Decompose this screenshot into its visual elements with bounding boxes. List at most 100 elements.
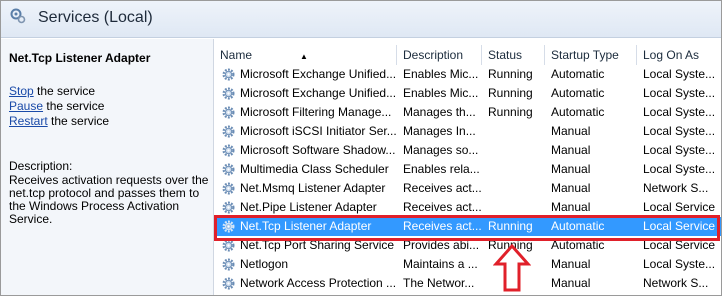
service-startup-type: Manual	[551, 200, 591, 214]
column-header-startup-type[interactable]: Startup Type	[545, 45, 637, 65]
service-description-cell: Enables Mic...	[403, 86, 479, 100]
table-row[interactable]: Microsoft Filtering Manage... Manages th.…	[214, 103, 721, 122]
table-row[interactable]: Multimedia Class Scheduler Enables rela..…	[214, 160, 721, 179]
service-name: Microsoft iSCSI Initiator Ser...	[240, 124, 396, 138]
service-startup-type: Automatic	[551, 105, 605, 119]
column-header-log-on-as[interactable]: Log On As	[637, 45, 721, 65]
service-startup-type: Automatic	[551, 238, 605, 252]
column-header-name[interactable]: Name ▲	[214, 45, 397, 65]
pause-action: Pause the service	[9, 99, 104, 113]
service-log-on-as: Local Syste...	[643, 67, 716, 81]
sort-ascending-icon: ▲	[300, 52, 308, 61]
service-startup-type: Manual	[551, 257, 591, 271]
service-description-cell: Provides abi...	[403, 238, 480, 252]
service-status	[488, 179, 544, 198]
gear-icon	[221, 162, 236, 177]
service-log-on-as: Local Syste...	[643, 105, 716, 119]
column-header-description[interactable]: Description	[397, 45, 482, 65]
table-row[interactable]: Net.Tcp Port Sharing Service Provides abi…	[214, 236, 721, 255]
gear-icon	[221, 257, 236, 272]
restart-action: Restart the service	[9, 114, 109, 128]
table-row[interactable]: Microsoft Software Shadow... Manages so..…	[214, 141, 721, 160]
services-window: Services (Local) Net.Tcp Listener Adapte…	[0, 0, 722, 296]
description-label: Description:	[9, 159, 73, 173]
table-row[interactable]: Net.Msmq Listener Adapter Receives act...…	[214, 179, 721, 198]
table-row[interactable]: Microsoft Exchange Unified... Enables Mic…	[214, 65, 721, 84]
table-row[interactable]: Netlogon Maintains a ... Manual Local Syste…	[214, 255, 721, 274]
pause-link[interactable]: Pause	[9, 99, 43, 113]
service-status: Running	[488, 86, 533, 100]
service-log-on-as: Local Service	[643, 219, 716, 233]
column-header-status[interactable]: Status	[482, 45, 545, 65]
service-status	[488, 122, 544, 141]
service-startup-type: Manual	[551, 162, 591, 176]
service-log-on-as: Local Syste...	[643, 143, 716, 157]
service-status: Running	[488, 67, 533, 81]
restart-link-suffix: the service	[47, 114, 110, 128]
service-description-cell: Enables Mic...	[403, 67, 479, 81]
service-name: Net.Tcp Port Sharing Service	[240, 238, 395, 252]
service-description-cell: Maintains a ...	[403, 257, 478, 271]
service-startup-type: Automatic	[551, 86, 605, 100]
service-description: Receives activation requests over the ne…	[9, 174, 209, 226]
table-row[interactable]: Net.Pipe Listener Adapter Receives act...…	[214, 198, 721, 217]
title-bar: Services (Local)	[1, 1, 721, 38]
gear-icon	[221, 86, 236, 101]
service-startup-type: Automatic	[551, 67, 605, 81]
column-header-label: Name	[220, 48, 253, 62]
selected-service-name: Net.Tcp Listener Adapter	[9, 51, 151, 65]
column-header-row: Name ▲ Description Status Startup Type L…	[214, 45, 721, 65]
table-row[interactable]: Network Access Protection ... The Networ.…	[214, 274, 721, 293]
table-row-selected[interactable]: Net.Tcp Listener Adapter Receives act... R…	[214, 217, 721, 236]
service-name: Microsoft Exchange Unified...	[240, 86, 396, 100]
service-log-on-as: Local Syste...	[643, 257, 716, 271]
service-description-cell: Receives act...	[403, 181, 481, 195]
service-log-on-as: Local Service	[643, 238, 716, 252]
service-name: Net.Tcp Listener Adapter	[240, 219, 372, 233]
service-status	[488, 274, 544, 293]
service-startup-type: Automatic	[551, 219, 605, 233]
stop-action: Stop the service	[9, 84, 95, 98]
service-description-cell: Enables rela...	[403, 162, 480, 176]
service-description-cell: Manages so...	[403, 143, 479, 157]
gear-icon	[221, 67, 236, 82]
gear-icon	[221, 143, 236, 158]
stop-link[interactable]: Stop	[9, 84, 34, 98]
restart-link[interactable]: Restart	[9, 114, 48, 128]
service-name: Netlogon	[240, 257, 289, 271]
service-status: Running	[488, 105, 533, 119]
service-name: Microsoft Exchange Unified...	[240, 67, 396, 81]
service-status	[488, 198, 544, 217]
gear-icon	[221, 219, 236, 234]
service-status	[488, 141, 544, 160]
service-status	[488, 160, 544, 179]
service-startup-type: Manual	[551, 181, 591, 195]
table-row[interactable]: Microsoft iSCSI Initiator Ser... Manages …	[214, 122, 721, 141]
service-status: Running	[488, 238, 533, 252]
gear-icon	[221, 181, 236, 196]
service-description-cell: Receives act...	[403, 219, 481, 233]
service-status	[488, 255, 544, 274]
gear-icon	[221, 200, 236, 215]
service-name: Net.Msmq Listener Adapter	[240, 181, 386, 195]
stop-link-suffix: the service	[33, 84, 96, 98]
service-name: Network Access Protection ...	[240, 276, 396, 290]
service-description-cell: Manages In...	[403, 124, 476, 138]
service-log-on-as: Local Service	[643, 200, 716, 214]
service-status: Running	[488, 219, 533, 233]
service-name: Microsoft Software Shadow...	[240, 143, 396, 157]
service-log-on-as: Local Syste...	[643, 124, 716, 138]
service-log-on-as: Local Syste...	[643, 162, 716, 176]
service-log-on-as: Local Syste...	[643, 86, 716, 100]
services-icon	[10, 8, 26, 24]
column-header-label: Startup Type	[551, 48, 619, 62]
gear-icon	[221, 124, 236, 139]
service-log-on-as: Network S...	[643, 276, 709, 290]
table-row[interactable]: Microsoft Exchange Unified... Enables Mic…	[214, 84, 721, 103]
service-name: Multimedia Class Scheduler	[240, 162, 389, 176]
extended-details-pane: Net.Tcp Listener Adapter Stop the servic…	[1, 39, 213, 295]
gear-icon	[221, 238, 236, 253]
column-header-label: Log On As	[643, 48, 700, 62]
service-log-on-as: Network S...	[643, 181, 709, 195]
service-startup-type: Manual	[551, 124, 591, 138]
